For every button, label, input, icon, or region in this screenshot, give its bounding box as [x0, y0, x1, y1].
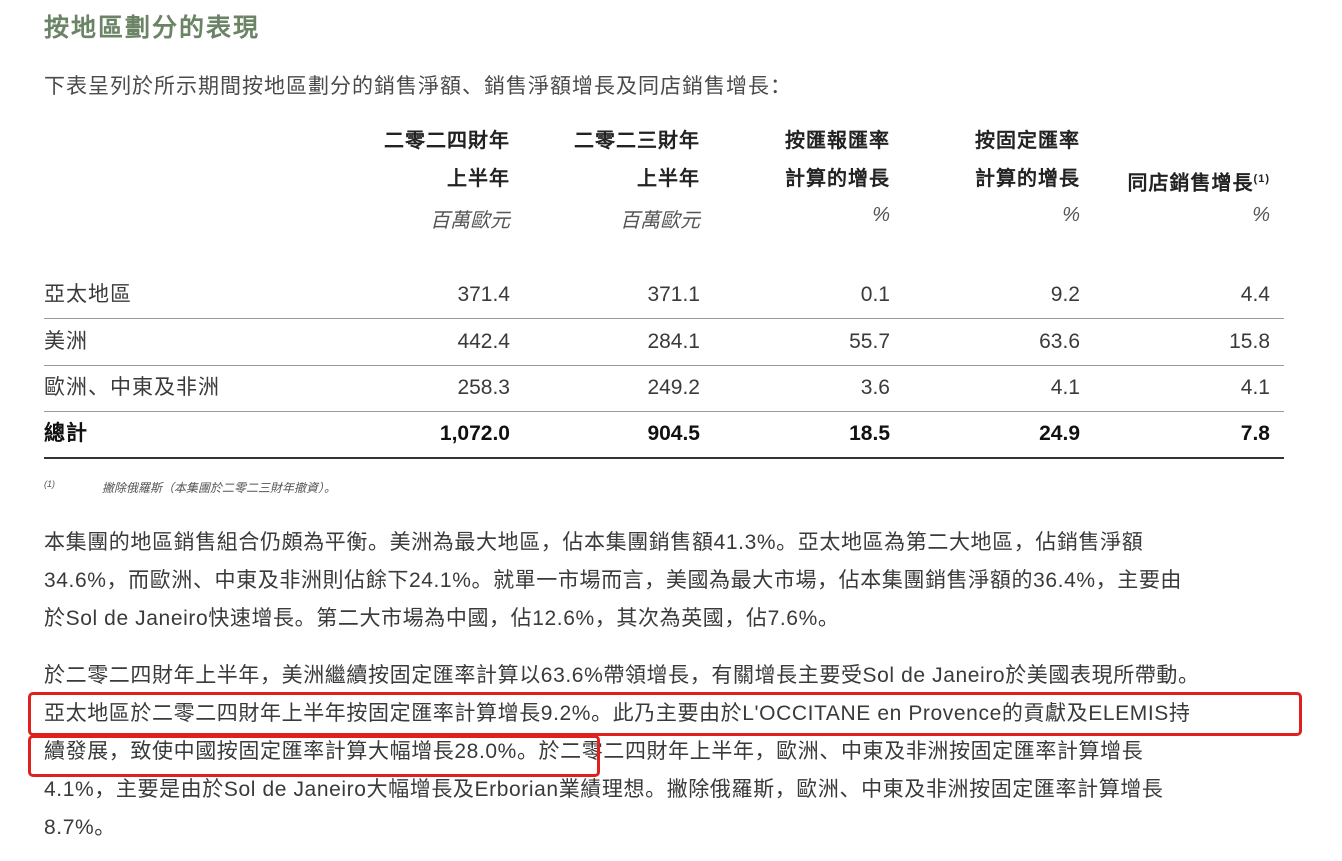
- paragraph-line: 8.7%。: [44, 816, 116, 839]
- col-header-line2: 同店銷售增長: [1127, 172, 1254, 195]
- table-cell: 904.5: [647, 422, 700, 445]
- col-header-line1: 按匯報匯率: [785, 130, 890, 152]
- col-header-line2: 計算的增長: [785, 168, 890, 190]
- unit-label: %: [872, 204, 890, 226]
- table-row-americas: 美洲 442.4 284.1 55.7 63.6 15.8: [44, 319, 1284, 366]
- col-header-reported-growth: 按匯報匯率 計算的增長: [710, 122, 890, 198]
- table-cell: 18.5: [849, 422, 890, 445]
- table-cell: 0.1: [860, 283, 890, 306]
- table-cell: 371.4: [457, 283, 510, 306]
- footnote-text: 撇除俄羅斯（本集團於二零二三財年撤資）。: [102, 481, 337, 495]
- table-cell: 24.9: [1039, 422, 1080, 445]
- paragraph-regional-mix: 本集團的地區銷售組合仍頗為平衡。美洲為最大地區，佔本集團銷售額41.3%。亞太地…: [44, 524, 1289, 638]
- row-label: 美洲: [44, 330, 88, 353]
- intro-text: 下表呈列於所示期間按地區劃分的銷售淨額、銷售淨額增長及同店銷售增長：: [44, 75, 792, 98]
- unit-label: %: [1252, 204, 1270, 226]
- paragraph-line: 於Sol de Janeiro快速增長。第二大市場為中國，佔12.6%，其次為英…: [44, 607, 840, 630]
- table-cell: 1,072.0: [439, 422, 510, 445]
- table-cell: 258.3: [457, 376, 510, 399]
- table-row-emea: 歐洲、中東及非洲 258.3 249.2 3.6 4.1 4.1: [44, 365, 1284, 412]
- table-cell: 7.8: [1240, 422, 1270, 445]
- table-cell: 55.7: [849, 330, 890, 353]
- table-cell: 4.1: [1050, 376, 1080, 399]
- table-row-total: 總計 1,072.0 904.5 18.5 24.9 7.8: [44, 411, 1284, 459]
- table-cell: 4.4: [1240, 283, 1270, 306]
- col-header-line2: 上半年: [447, 168, 510, 190]
- col-header-line1: 二零二四財年: [384, 130, 510, 152]
- row-label: 亞太地區: [44, 283, 132, 306]
- table-row-asia-pacific: 亞太地區 371.4 371.1 0.1 9.2 4.4: [44, 272, 1284, 319]
- col-header-fy2024-h1: 二零二四財年 上半年: [330, 122, 510, 198]
- table-cell: 284.1: [647, 330, 700, 353]
- col-header-line1: 按固定匯率: [975, 130, 1080, 152]
- section-title: 按地區劃分的表現: [44, 14, 261, 42]
- table-cell: 442.4: [457, 330, 510, 353]
- row-label: 總計: [44, 422, 88, 445]
- col-header-same-store-growth: 同店銷售增長(1): [1090, 160, 1270, 203]
- unit-label: %: [1062, 204, 1080, 226]
- table-cell: 3.6: [860, 376, 890, 399]
- row-label: 歐洲、中東及非洲: [44, 376, 220, 399]
- col-header-constant-growth: 按固定匯率 計算的增長: [900, 122, 1080, 198]
- col-header-line1: 二零二三財年: [574, 130, 700, 152]
- unit-label: 百萬歐元: [430, 210, 510, 232]
- paragraph-line: 於二零二四財年上半年，美洲繼續按固定匯率計算以63.6%帶領增長，有關增長主要受…: [44, 664, 1200, 687]
- col-header-line2: 計算的增長: [975, 168, 1080, 190]
- table-cell: 63.6: [1039, 330, 1080, 353]
- paragraph-line: 本集團的地區銷售組合仍頗為平衡。美洲為最大地區，佔本集團銷售額41.3%。亞太地…: [44, 531, 1144, 554]
- highlight-box-line2: [28, 735, 600, 777]
- table-cell: 371.1: [647, 283, 700, 306]
- unit-label: 百萬歐元: [620, 210, 700, 232]
- table-cell: 15.8: [1229, 330, 1270, 353]
- footnote-marker: (1): [44, 479, 55, 489]
- paragraph-line: 34.6%，而歐洲、中東及非洲則佔餘下24.1%。就單一市場而言，美國為最大市場…: [44, 569, 1183, 592]
- col-header-line2: 上半年: [637, 168, 700, 190]
- footnote-ref: (1): [1253, 173, 1270, 185]
- table-cell: 4.1: [1240, 376, 1270, 399]
- col-header-fy2023-h1: 二零二三財年 上半年: [520, 122, 700, 198]
- table-cell: 9.2: [1050, 283, 1080, 306]
- table-cell: 249.2: [647, 376, 700, 399]
- highlight-box-line1: [28, 692, 1302, 736]
